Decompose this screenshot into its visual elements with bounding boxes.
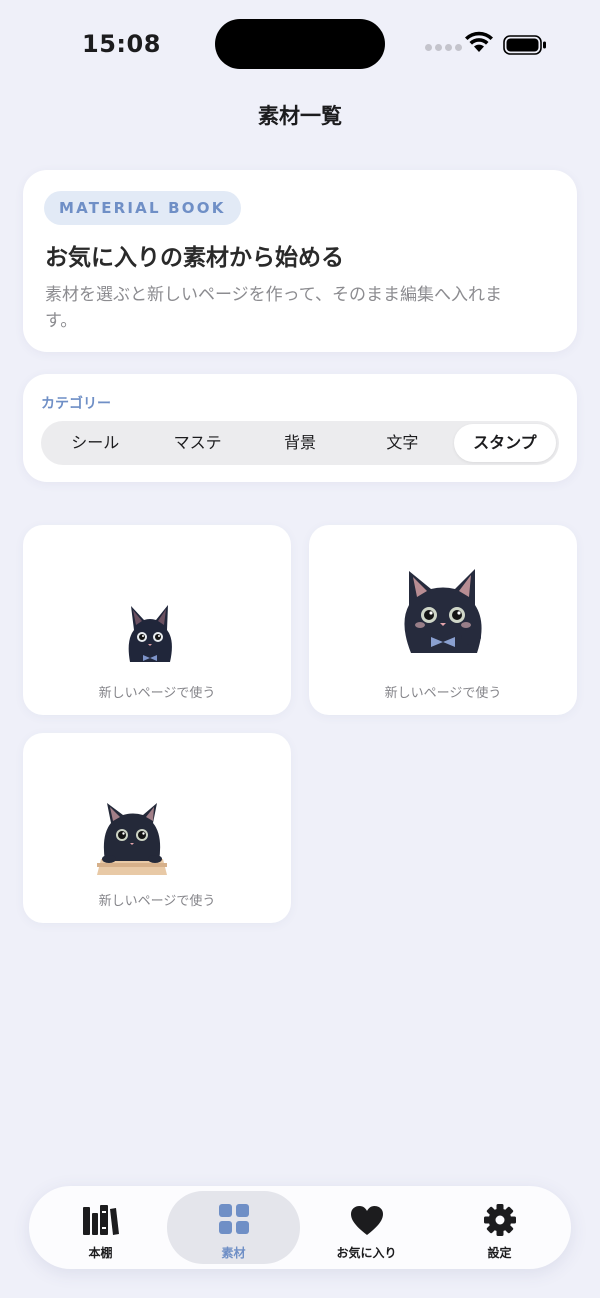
intro-card: MATERIAL BOOK お気に入りの素材から始める 素材を選ぶと新しいページ… [23,170,577,352]
gear-icon [483,1204,516,1236]
tab-materials[interactable]: 素材 [167,1191,300,1264]
category-masking-tape[interactable]: マステ [146,424,248,462]
category-card: カテゴリー シール マステ 背景 文字 スタンプ [23,374,577,482]
material-book-badge: MATERIAL BOOK [44,191,241,225]
black-cat-in-box-sticker [97,803,167,875]
tab-settings[interactable]: 設定 [433,1191,566,1264]
page-title: 素材一覧 [258,104,342,128]
cellular-signal-icon [425,44,462,51]
black-cat-waving-sticker [404,569,482,653]
material-tile[interactable]: 新しいページで使う [23,525,291,715]
material-tile[interactable]: 新しいページで使う [309,525,577,715]
tile-caption: 新しいページで使う [98,686,216,701]
battery-icon [503,35,546,55]
tab-bar: 本棚 素材 お気に入り 設定 [29,1186,571,1269]
intro-title: お気に入りの素材から始める [45,245,344,271]
category-label: カテゴリー [41,396,111,412]
dynamic-island [215,19,385,69]
tab-favorites[interactable]: お気に入り [300,1191,433,1264]
tab-label: 素材 [221,1246,246,1260]
tile-caption: 新しいページで使う [384,686,502,701]
category-text[interactable]: 文字 [351,424,453,462]
tab-label: お気に入り [336,1246,397,1260]
intro-description: 素材を選ぶと新しいページを作って、そのまま編集へ入れます。 [45,285,502,331]
material-tile[interactable]: 新しいページで使う [23,733,291,923]
category-seal[interactable]: シール [44,424,146,462]
category-segmented-control: シール マステ 背景 文字 スタンプ [41,421,559,465]
books-icon [82,1205,119,1235]
heart-icon [350,1206,383,1235]
category-background[interactable]: 背景 [249,424,351,462]
wifi-icon [465,31,493,52]
tile-caption: 新しいページで使う [98,894,216,909]
tab-label: 本棚 [88,1246,113,1260]
status-time: 15:08 [82,30,161,58]
status-bar: 15:08 [0,0,600,90]
grid-icon [218,1204,249,1234]
category-stamp[interactable]: スタンプ [453,424,557,462]
tab-bookshelf[interactable]: 本棚 [34,1191,167,1264]
black-cat-sitting-sticker [128,605,172,662]
tab-label: 設定 [487,1246,512,1260]
